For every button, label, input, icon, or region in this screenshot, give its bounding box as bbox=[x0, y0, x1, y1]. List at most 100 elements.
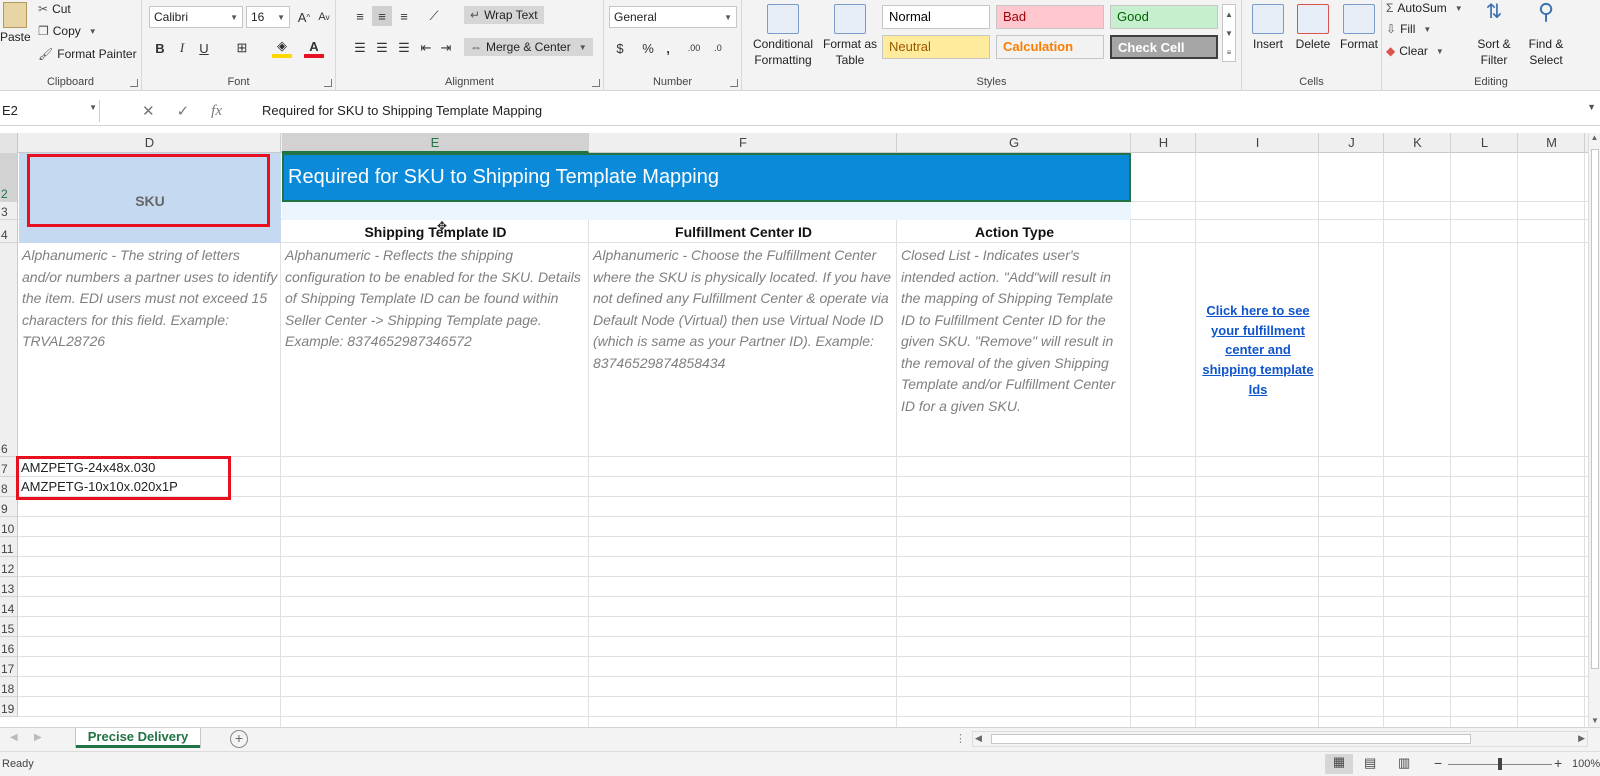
zoom-slider[interactable] bbox=[1448, 758, 1552, 770]
autosum-button[interactable]: Σ AutoSum ▼ bbox=[1386, 1, 1463, 15]
merge-center-button[interactable]: ⇔ Merge & Center ▼ bbox=[464, 38, 593, 56]
title-banner-cell[interactable]: Required for SKU to Shipping Template Ma… bbox=[282, 153, 1131, 202]
fulfillment-center-description[interactable]: Alphanumeric - Choose the Fulfillment Ce… bbox=[590, 243, 897, 457]
row-header[interactable]: 15 bbox=[0, 617, 18, 637]
cut-button[interactable]: ✂ Cut bbox=[38, 2, 71, 16]
expand-formula-icon[interactable]: ▼ bbox=[1587, 102, 1596, 112]
font-launcher[interactable] bbox=[324, 79, 332, 87]
name-box[interactable]: E2 ▼ bbox=[0, 100, 100, 122]
format-painter-button[interactable]: 🖌 Format Painter bbox=[38, 47, 137, 61]
row-header[interactable]: 6 bbox=[0, 243, 18, 457]
column-header[interactable]: H bbox=[1132, 133, 1196, 153]
scroll-down-icon[interactable]: ▼ bbox=[1589, 716, 1600, 725]
column-header[interactable]: G bbox=[898, 133, 1131, 153]
decrease-indent-icon[interactable]: ⇤ bbox=[416, 38, 436, 58]
underline-button[interactable]: U bbox=[194, 38, 214, 58]
fulfillment-center-header[interactable]: Fulfillment Center ID bbox=[590, 222, 897, 243]
copy-button[interactable]: ❐ Copy ▼ bbox=[38, 24, 97, 38]
scroll-left-icon[interactable]: ◀ bbox=[975, 733, 982, 744]
format-button[interactable]: Format bbox=[1336, 4, 1382, 52]
column-header[interactable]: L bbox=[1452, 133, 1518, 153]
worksheet-grid[interactable]: DEFGHIJKLM 2 3 4 6 7 8 9 10 11 12 13 14 15 16 17 18 19 S… bbox=[0, 133, 1588, 727]
row-header[interactable]: 12 bbox=[0, 557, 18, 577]
select-all-corner[interactable] bbox=[0, 133, 18, 153]
bold-button[interactable]: B bbox=[150, 38, 170, 58]
clipboard-launcher[interactable] bbox=[130, 79, 138, 87]
vertical-scrollbar[interactable]: ▲ ▼ bbox=[1588, 133, 1600, 727]
column-header[interactable]: M bbox=[1519, 133, 1585, 153]
row-header[interactable]: 2 bbox=[0, 153, 18, 202]
vertical-scroll-thumb[interactable] bbox=[1591, 149, 1599, 669]
column-header[interactable]: J bbox=[1320, 133, 1384, 153]
sku-description[interactable]: Alphanumeric - The string of letters and… bbox=[19, 243, 281, 457]
horizontal-scroll-thumb[interactable] bbox=[991, 734, 1471, 744]
formula-input[interactable]: Required for SKU to Shipping Template Ma… bbox=[262, 103, 542, 118]
decrease-decimal-button[interactable]: .0 bbox=[708, 38, 728, 58]
align-top-icon[interactable]: ≡ bbox=[350, 6, 370, 26]
row-header[interactable]: 9 bbox=[0, 497, 18, 517]
italic-button[interactable]: I bbox=[172, 38, 192, 58]
tabs-splitter-icon[interactable]: ⋮ bbox=[955, 732, 966, 745]
wrap-text-button[interactable]: ↵ Wrap Text bbox=[464, 6, 544, 24]
currency-button[interactable]: $ bbox=[610, 38, 630, 58]
page-break-icon[interactable]: ▥ bbox=[1398, 755, 1410, 771]
tab-scroll-right-icon[interactable]: ▶ bbox=[34, 732, 42, 743]
tab-precise-delivery[interactable]: Precise Delivery bbox=[76, 728, 200, 748]
row-header[interactable]: 16 bbox=[0, 637, 18, 657]
row-header[interactable]: 17 bbox=[0, 657, 18, 677]
format-as-table-button[interactable]: Format as Table bbox=[818, 4, 882, 68]
style-bad[interactable]: Bad bbox=[996, 5, 1104, 29]
align-right-icon[interactable]: ☰ bbox=[394, 38, 414, 58]
row-header[interactable]: 3 bbox=[0, 202, 18, 220]
row-header[interactable]: 13 bbox=[0, 577, 18, 597]
clear-button[interactable]: ◆ Clear ▼ bbox=[1386, 44, 1444, 58]
insert-function-icon[interactable]: fx bbox=[211, 103, 222, 120]
zoom-level[interactable]: 100% bbox=[1572, 758, 1600, 770]
font-size-combo[interactable]: 16 ▼ bbox=[246, 6, 290, 28]
normal-view-icon[interactable]: ▦ bbox=[1325, 754, 1353, 774]
comma-button[interactable]: , bbox=[658, 38, 678, 58]
page-layout-icon[interactable]: ▤ bbox=[1364, 755, 1376, 771]
row-header[interactable]: 14 bbox=[0, 597, 18, 617]
horizontal-scrollbar[interactable]: ◀ ▶ bbox=[972, 731, 1588, 747]
action-type-header[interactable]: Action Type bbox=[898, 222, 1131, 243]
column-header[interactable]: D bbox=[19, 133, 281, 153]
font-color-icon[interactable]: A bbox=[304, 38, 324, 58]
enter-icon[interactable]: ✓ bbox=[177, 102, 190, 120]
fill-color-icon[interactable]: ◈ bbox=[272, 38, 292, 58]
align-center-icon[interactable]: ☰ bbox=[372, 38, 392, 58]
align-middle-icon[interactable]: ≡ bbox=[372, 6, 392, 26]
sort-filter-button[interactable]: ⇅ Sort & Filter bbox=[1468, 2, 1520, 68]
add-sheet-button[interactable]: + bbox=[230, 730, 248, 748]
increase-indent-icon[interactable]: ⇥ bbox=[436, 38, 456, 58]
increase-decimal-button[interactable]: .00 bbox=[684, 38, 704, 58]
number-format-combo[interactable]: General ▼ bbox=[609, 6, 737, 28]
style-normal[interactable]: Normal bbox=[882, 5, 990, 29]
find-select-button[interactable]: ⚲ Find & Select bbox=[1520, 1, 1572, 68]
style-neutral[interactable]: Neutral bbox=[882, 35, 990, 59]
column-header[interactable]: K bbox=[1385, 133, 1451, 153]
fulfillment-ids-link[interactable]: Click here to see your fulfillment cente… bbox=[1198, 301, 1318, 400]
zoom-out-icon[interactable]: − bbox=[1434, 755, 1442, 771]
conditional-formatting-button[interactable]: Conditional Formatting bbox=[748, 4, 818, 68]
style-check-cell[interactable]: Check Cell bbox=[1110, 35, 1218, 59]
align-bottom-icon[interactable]: ≡ bbox=[394, 6, 414, 26]
scroll-right-icon[interactable]: ▶ bbox=[1578, 733, 1585, 744]
column-header[interactable]: E bbox=[282, 133, 589, 153]
font-name-combo[interactable]: Calibri ▼ bbox=[149, 6, 243, 28]
insert-button[interactable]: Insert bbox=[1246, 4, 1290, 52]
delete-button[interactable]: Delete bbox=[1290, 4, 1336, 52]
row-header[interactable]: 10 bbox=[0, 517, 18, 537]
style-good[interactable]: Good bbox=[1110, 5, 1218, 29]
grow-font-button[interactable]: A ^ bbox=[294, 7, 314, 27]
percent-button[interactable]: % bbox=[638, 38, 658, 58]
action-type-description[interactable]: Closed List - Indicates user's intended … bbox=[898, 243, 1131, 457]
shrink-font-button[interactable]: Av bbox=[314, 7, 334, 27]
row-header[interactable]: 4 bbox=[0, 220, 18, 243]
shipping-template-header[interactable]: Shipping Template ID bbox=[282, 222, 589, 243]
alignment-launcher[interactable] bbox=[592, 79, 600, 87]
row-header[interactable]: 11 bbox=[0, 537, 18, 557]
style-calculation[interactable]: Calculation bbox=[996, 35, 1104, 59]
column-header[interactable]: I bbox=[1197, 133, 1319, 153]
column-header[interactable]: F bbox=[590, 133, 897, 153]
